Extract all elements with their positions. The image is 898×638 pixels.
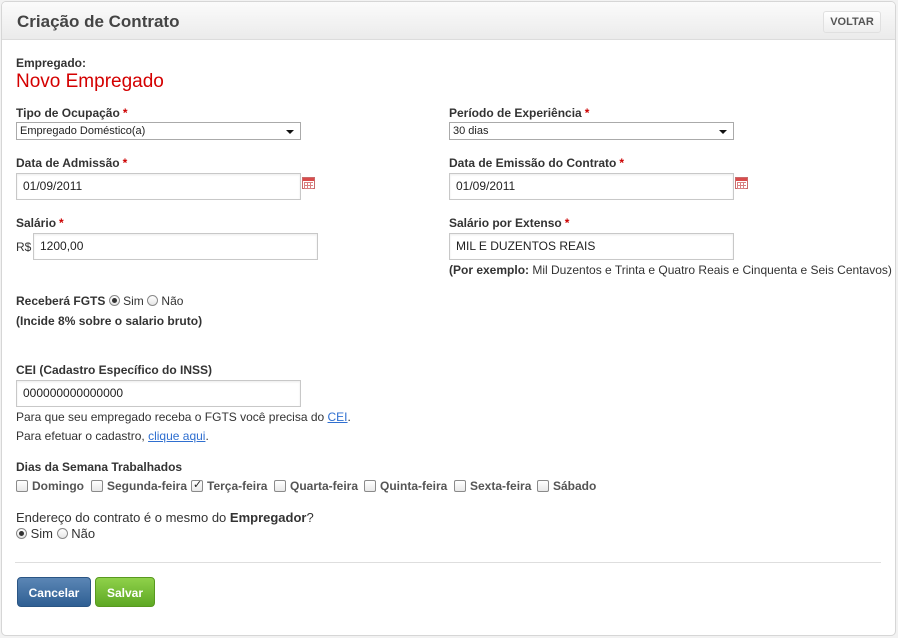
- fgts-note-suffix: ): [198, 314, 203, 328]
- required-marker: *: [584, 106, 590, 120]
- fgts-row: Receberá FGTS Sim Não: [16, 294, 183, 308]
- fgts-note-prefix: (Incide: [16, 314, 59, 328]
- day-label: Quarta-feira: [290, 479, 359, 493]
- fgts-note: (Incide 8% sobre o salario bruto): [16, 314, 202, 328]
- fgts-no-radio[interactable]: [147, 295, 159, 306]
- fgts-yes-label: Sim: [123, 294, 144, 308]
- back-button[interactable]: VOLTAR: [823, 11, 881, 33]
- fgts-note-bold: 8% sobre o salario bruto: [58, 314, 199, 328]
- divider: [15, 562, 881, 563]
- emission-date-input[interactable]: 01/09/2011: [449, 173, 734, 200]
- day-checkbox[interactable]: [16, 480, 28, 492]
- trial-select-value: 30 dias: [453, 125, 489, 137]
- salary-input[interactable]: 1200,00: [33, 233, 318, 260]
- cei-help-1-text: Para que seu empregado receba o FGTS voc…: [16, 410, 328, 424]
- example-prefix: (Por exemplo:: [449, 263, 530, 277]
- address-no-radio[interactable]: [56, 528, 68, 539]
- day-label: Sexta-feira: [470, 479, 532, 493]
- occupation-select[interactable]: Empregado Doméstico(a): [16, 122, 301, 140]
- salary-label-text: Salário: [16, 216, 57, 230]
- day-sabado[interactable]: Sábado: [537, 479, 596, 493]
- salary-words-input[interactable]: MIL E DUZENTOS REAIS: [449, 233, 734, 260]
- day-label: Terça-feira: [207, 479, 268, 493]
- occupation-select-value: Empregado Doméstico(a): [20, 125, 146, 137]
- chevron-down-icon: [286, 130, 294, 134]
- panel-header: Criação de Contrato VOLTAR: [2, 2, 895, 40]
- day-checkbox-checked[interactable]: [191, 478, 203, 492]
- cei-help-1-end: .: [347, 410, 351, 424]
- day-sexta[interactable]: Sexta-feira: [454, 479, 531, 493]
- cei-help-2-end: .: [205, 429, 209, 443]
- fgts-no-label: Não: [161, 294, 184, 308]
- day-checkbox[interactable]: [454, 480, 466, 492]
- salary-words-label: Salário por Extenso *: [449, 216, 569, 230]
- emission-label: Data de Emissão do Contrato *: [449, 156, 624, 170]
- address-question-prefix: Endereço do contrato é o mesmo do: [16, 510, 230, 525]
- cei-help-2: Para efetuar o cadastro, clique aqui.: [16, 429, 209, 443]
- address-question-bold: Empregador: [229, 510, 307, 525]
- fgts-label: Receberá FGTS: [16, 294, 106, 308]
- trial-label: Período de Experiência *: [449, 106, 589, 120]
- cei-help-1: Para que seu empregado receba o FGTS voc…: [16, 410, 351, 424]
- day-segunda[interactable]: Segunda-feira: [91, 479, 187, 493]
- required-marker: *: [59, 216, 64, 230]
- day-label: Sábado: [553, 479, 597, 493]
- day-checkbox[interactable]: [537, 480, 549, 492]
- trial-select[interactable]: 30 dias: [449, 122, 734, 140]
- day-quarta[interactable]: Quarta-feira: [274, 479, 358, 493]
- address-question-suffix: ?: [306, 510, 314, 525]
- employee-name: Novo Empregado: [16, 71, 164, 92]
- day-domingo[interactable]: Domingo: [16, 479, 84, 493]
- fgts-yes-radio[interactable]: [108, 295, 120, 306]
- example-text: Mil Duzentos e Trinta e Quatro Reais e C…: [529, 263, 892, 277]
- currency-symbol: R$: [16, 240, 32, 254]
- cei-help-2-text: Para efetuar o cadastro,: [16, 429, 149, 443]
- day-label: Domingo: [32, 479, 84, 493]
- day-label: Segunda-feira: [107, 479, 188, 493]
- day-quinta[interactable]: Quinta-feira: [364, 479, 447, 493]
- emission-label-text: Data de Emissão do Contrato: [449, 156, 617, 170]
- chevron-down-icon: [719, 130, 727, 134]
- required-marker: *: [564, 216, 570, 230]
- days-label: Dias da Semana Trabalhados: [16, 460, 183, 474]
- trial-label-text: Período de Experiência: [449, 106, 582, 120]
- required-marker: *: [122, 156, 128, 170]
- admission-date-input[interactable]: 01/09/2011: [16, 173, 301, 200]
- address-options: Sim Não: [16, 526, 95, 541]
- cei-label: CEI (Cadastro Específico do INSS): [16, 363, 213, 377]
- calendar-icon[interactable]: [735, 177, 748, 189]
- employee-label: Empregado:: [16, 56, 87, 70]
- required-marker: *: [122, 106, 128, 120]
- day-checkbox[interactable]: [91, 480, 103, 492]
- page-title: Criação de Contrato: [17, 12, 180, 31]
- salary-words-label-text: Salário por Extenso: [449, 216, 562, 230]
- cancel-button[interactable]: Cancelar: [17, 577, 91, 607]
- address-yes-label: Sim: [30, 526, 54, 541]
- calendar-icon[interactable]: [302, 177, 315, 189]
- occupation-label: Tipo de Ocupação *: [16, 106, 127, 120]
- salary-label: Salário *: [16, 216, 64, 230]
- occupation-label-text: Tipo de Ocupação: [16, 106, 120, 120]
- cei-link[interactable]: CEI: [328, 410, 348, 424]
- admission-label-text: Data de Admissão: [16, 156, 120, 170]
- address-no-label: Não: [71, 526, 96, 541]
- address-question: Endereço do contrato é o mesmo do Empreg…: [16, 510, 314, 525]
- required-marker: *: [619, 156, 625, 170]
- register-link[interactable]: clique aqui: [148, 429, 205, 443]
- admission-label: Data de Admissão *: [16, 156, 127, 170]
- day-checkbox[interactable]: [364, 480, 376, 492]
- salary-words-example: (Por exemplo: Mil Duzentos e Trinta e Qu…: [449, 263, 892, 277]
- day-terca[interactable]: Terça-feira: [191, 478, 268, 493]
- day-label: Quinta-feira: [380, 479, 448, 493]
- save-button[interactable]: Salvar: [95, 577, 155, 607]
- cei-input[interactable]: 000000000000000: [16, 380, 301, 407]
- address-yes-radio[interactable]: [16, 528, 27, 539]
- day-checkbox[interactable]: [274, 480, 286, 492]
